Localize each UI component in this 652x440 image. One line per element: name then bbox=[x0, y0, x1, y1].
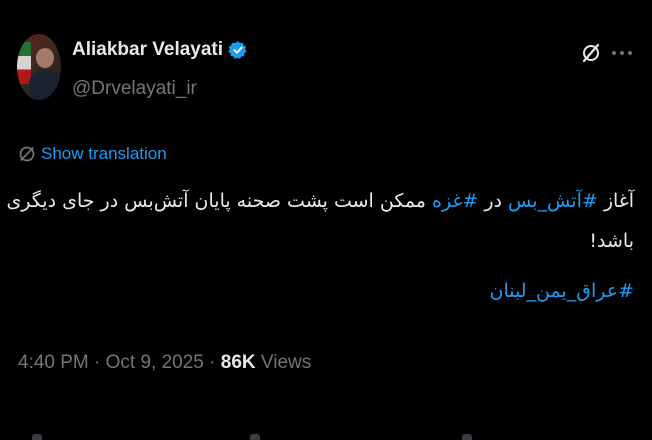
tweet-text-segment: ممکن است پشت صحنه پایان آتش‌بس در جای دی… bbox=[6, 190, 433, 212]
grok-icon[interactable] bbox=[580, 42, 602, 64]
avatar[interactable] bbox=[17, 34, 61, 100]
avatar-face bbox=[36, 48, 54, 68]
tweet-card: Aliakbar Velayati @Drvelayati_ir Show tr… bbox=[0, 0, 652, 440]
reply-icon[interactable] bbox=[32, 434, 42, 440]
translate-globe-icon bbox=[18, 145, 36, 163]
hashtag-link[interactable]: #غزه bbox=[432, 190, 478, 212]
flag-graphic bbox=[17, 42, 31, 84]
dot-icon bbox=[612, 51, 616, 55]
verified-badge-icon[interactable] bbox=[228, 40, 248, 60]
avatar-suit bbox=[29, 70, 61, 100]
show-translation-link[interactable]: Show translation bbox=[18, 144, 167, 164]
views-count: 86K bbox=[220, 352, 256, 373]
tweet-meta: 4:40 PM · Oct 9, 2025 · 86K Views bbox=[18, 352, 311, 374]
show-translation-label[interactable]: Show translation bbox=[41, 144, 167, 164]
views-label: Views bbox=[255, 352, 312, 373]
dot-icon bbox=[620, 51, 624, 55]
tweet-text-line: آغاز #آتش_بس در #غزه ممکن است پشت صحنه پ… bbox=[6, 190, 634, 212]
tweet-hashtag-line: #عراق_یمن_لبنان bbox=[18, 280, 635, 302]
tweet-text-segment: در bbox=[478, 190, 509, 212]
author-name-row: Aliakbar Velayati bbox=[72, 38, 248, 62]
user-handle[interactable]: @Drvelayati_ir bbox=[72, 78, 197, 100]
tweet-text-segment: آغاز bbox=[597, 190, 634, 212]
like-icon[interactable] bbox=[462, 434, 472, 440]
hashtag-link[interactable]: #آتش_بس bbox=[508, 190, 598, 212]
retweet-icon[interactable] bbox=[250, 434, 260, 440]
timestamp-link[interactable]: 4:40 PM · Oct 9, 2025 · bbox=[18, 352, 221, 373]
hashtag-link[interactable]: #عراق_یمن_لبنان bbox=[490, 280, 635, 302]
display-name[interactable]: Aliakbar Velayati bbox=[72, 39, 223, 61]
action-bar-partial bbox=[0, 432, 652, 440]
dot-icon bbox=[628, 51, 632, 55]
tweet-text-line: باشد! bbox=[589, 230, 634, 252]
more-options-icon[interactable] bbox=[612, 44, 632, 62]
